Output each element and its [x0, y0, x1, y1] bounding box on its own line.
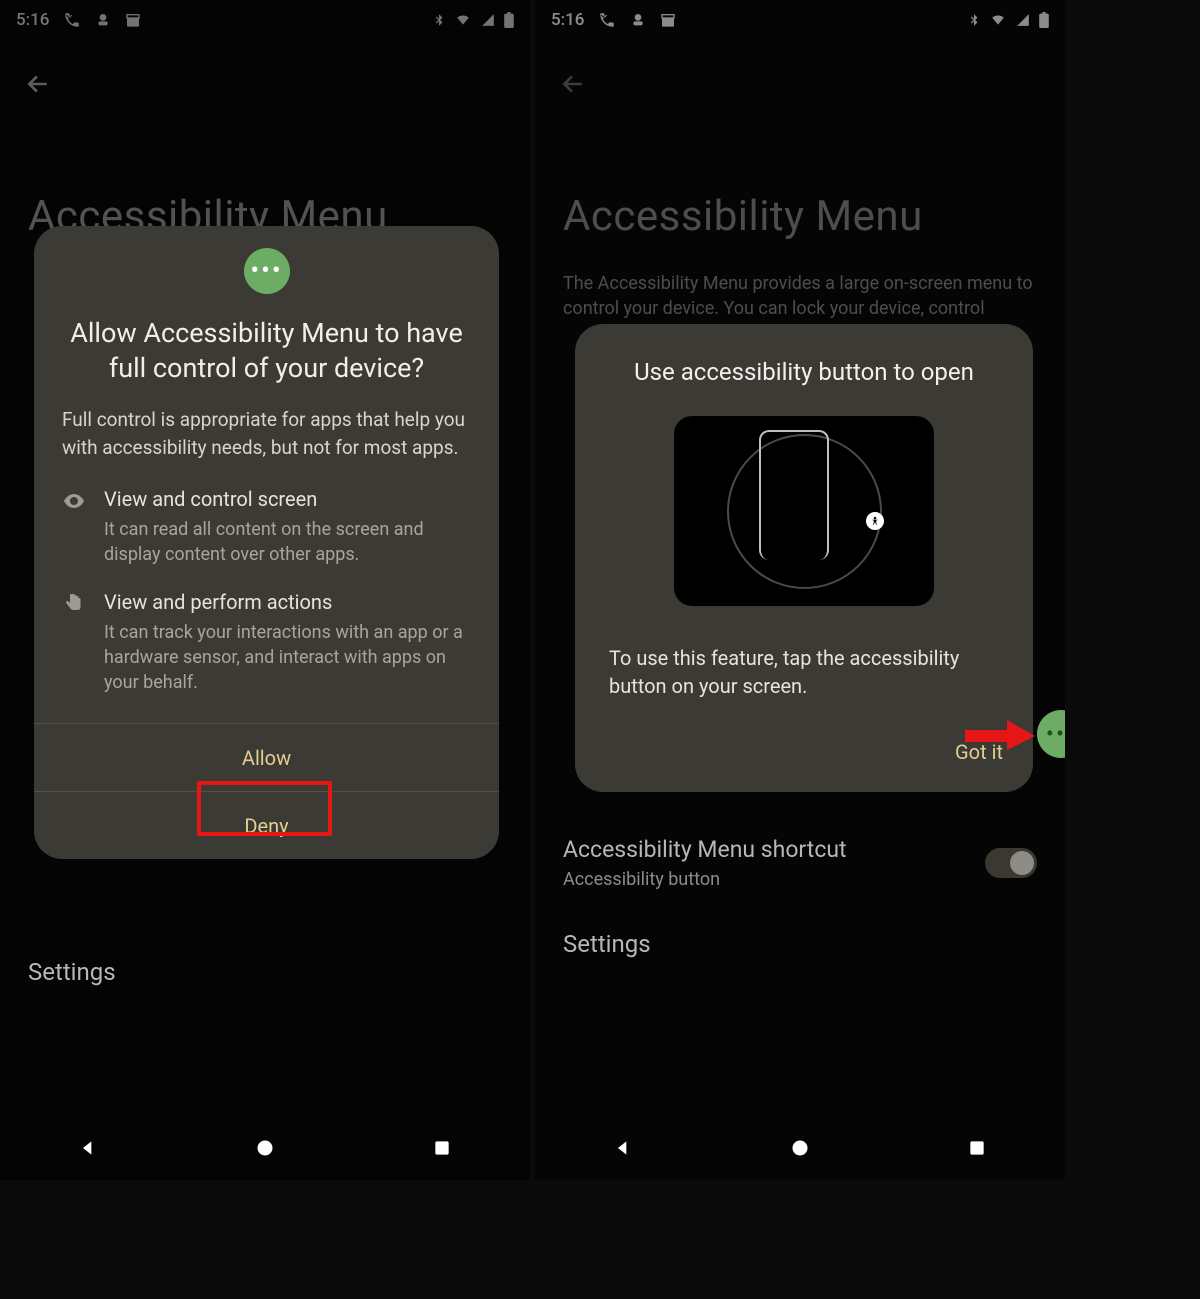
phone-screen-right: 5:16 Accessibility Menu The Accessibilit…: [535, 0, 1065, 1180]
permission-title: View and control screen: [104, 487, 471, 511]
intro-dialog-title: Use accessibility button to open: [575, 358, 1033, 386]
accessibility-dot-icon: [866, 512, 884, 530]
got-it-button[interactable]: Got it: [575, 740, 1003, 764]
nav-back-icon[interactable]: [78, 1138, 98, 1162]
shortcut-toggle[interactable]: [985, 848, 1037, 878]
intro-illustration: [674, 416, 934, 606]
hand-icon: [62, 592, 86, 696]
dialog-title: Allow Accessibility Menu to have full co…: [60, 316, 473, 386]
annotation-rectangle: [197, 781, 332, 836]
navigation-bar: [0, 1120, 530, 1180]
shortcut-subtitle: Accessibility button: [563, 869, 847, 890]
permission-description: It can read all content on the screen an…: [104, 517, 471, 567]
settings-row[interactable]: Settings: [563, 930, 1065, 958]
navigation-bar: [535, 1120, 1065, 1180]
dialog-app-icon: •••: [244, 248, 290, 294]
eye-icon: [62, 489, 86, 567]
nav-recent-icon[interactable]: [967, 1138, 987, 1162]
annotation-arrow: [965, 720, 1035, 750]
settings-row[interactable]: Settings: [28, 958, 116, 986]
permission-item-view-screen: View and control screen It can read all …: [62, 487, 471, 567]
permission-dialog: ••• Allow Accessibility Menu to have ful…: [34, 226, 499, 859]
dialog-body: Full control is appropriate for apps tha…: [62, 406, 471, 461]
shortcut-row[interactable]: Accessibility Menu shortcut Accessibilit…: [563, 824, 1037, 902]
nav-back-icon[interactable]: [613, 1138, 633, 1162]
shortcut-title: Accessibility Menu shortcut: [563, 836, 847, 863]
nav-recent-icon[interactable]: [432, 1138, 452, 1162]
intro-dialog-body: To use this feature, tap the accessibili…: [609, 644, 999, 700]
permission-description: It can track your interactions with an a…: [104, 620, 471, 696]
permission-item-perform-actions: View and perform actions It can track yo…: [62, 590, 471, 696]
phone-screen-left: 5:16 Accessibility Menu ••• Allow Access…: [0, 0, 530, 1180]
permission-title: View and perform actions: [104, 590, 471, 614]
nav-home-icon[interactable]: [255, 1138, 275, 1162]
nav-home-icon[interactable]: [790, 1138, 810, 1162]
